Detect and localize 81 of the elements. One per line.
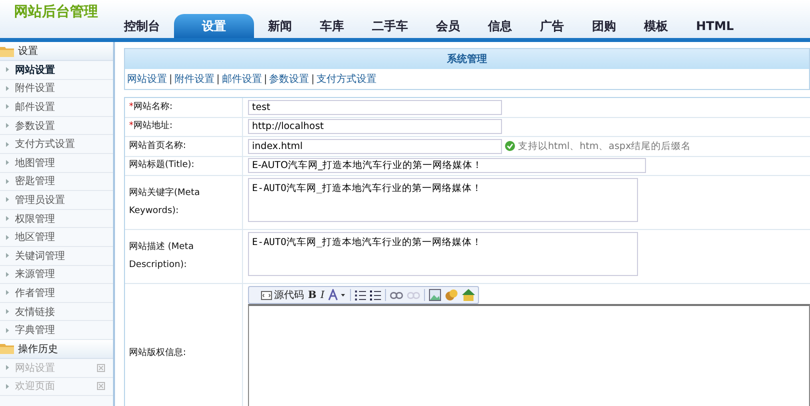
sidebar-item[interactable]: 友情链接 bbox=[0, 302, 113, 322]
sidebar-group[interactable]: 操作历史 bbox=[0, 340, 113, 359]
nav-tab[interactable]: 车库 bbox=[306, 14, 358, 38]
separator: | bbox=[216, 74, 220, 84]
settings-link[interactable]: 参数设置 bbox=[269, 72, 310, 86]
nav-tab[interactable]: 会员 bbox=[422, 14, 474, 38]
bullet-icon bbox=[6, 123, 9, 128]
bullet-icon bbox=[6, 365, 9, 370]
image-icon[interactable] bbox=[429, 289, 442, 301]
settings-link[interactable]: 网站设置 bbox=[127, 72, 167, 86]
text-field[interactable]: index.html bbox=[248, 138, 502, 154]
sidebar-item[interactable]: 关键词管理 bbox=[0, 246, 113, 266]
font-color-icon[interactable] bbox=[328, 289, 346, 301]
field-label: 网站标题(Title): bbox=[125, 156, 243, 175]
field-label: *网站地址: bbox=[125, 118, 243, 136]
nav-tab[interactable]: 团购 bbox=[578, 14, 630, 38]
bullet-icon bbox=[6, 216, 9, 222]
settings-link[interactable]: 邮件设置 bbox=[222, 72, 262, 86]
nav-tab[interactable]: 控制台 bbox=[110, 14, 174, 38]
sidebar-item[interactable]: 参数设置 bbox=[0, 116, 113, 136]
field-label: 网站首页名称: bbox=[125, 137, 243, 156]
bullet-icon bbox=[6, 67, 9, 72]
folder-icon bbox=[0, 343, 14, 354]
nav-tab[interactable]: 广告 bbox=[526, 14, 578, 38]
site-title: 网站后台管理 bbox=[14, 3, 98, 21]
check-icon bbox=[505, 141, 515, 152]
sidebar-item[interactable]: 地区管理 bbox=[0, 228, 113, 247]
bullet-icon bbox=[6, 309, 9, 314]
bullet-icon bbox=[6, 104, 9, 110]
bullet-icon bbox=[6, 253, 9, 258]
bullet-icon bbox=[6, 160, 9, 166]
settings-link[interactable]: 支付方式设置 bbox=[316, 72, 376, 86]
text-field[interactable]: E-AUTO汽车网_打造本地汽车行业的第一网络媒体！ bbox=[248, 158, 646, 174]
bullet-icon bbox=[6, 272, 9, 277]
sidebar-item[interactable]: 网站设置 bbox=[0, 61, 113, 80]
bullet-icon bbox=[6, 234, 9, 240]
sidebar-item[interactable]: 管理员设置 bbox=[0, 191, 113, 210]
bullet-icon bbox=[6, 178, 9, 184]
sidebar-item[interactable]: 附件设置 bbox=[0, 80, 113, 98]
field-label: 网站版权信息: bbox=[125, 284, 243, 406]
sidebar-item[interactable]: 支付方式设置 bbox=[0, 135, 113, 154]
separator: | bbox=[311, 74, 314, 84]
nav-tab[interactable]: 设置 bbox=[174, 14, 254, 38]
separator: | bbox=[264, 74, 268, 84]
text-area[interactable]: E-AUTO汽车网_打造本地汽车行业的第一网络媒体！ bbox=[248, 178, 638, 222]
field-label: 网站关键字(Meta Keywords): bbox=[125, 176, 243, 229]
text-field[interactable]: http://localhost bbox=[248, 119, 502, 134]
source-code-button[interactable]: 源代码 bbox=[261, 288, 304, 302]
hint-text: 支持以html、htm、aspx结尾的后缀名 bbox=[518, 140, 692, 153]
bullet-icon bbox=[6, 384, 9, 389]
bullet-icon bbox=[6, 328, 9, 333]
sidebar-item[interactable]: 地图管理 bbox=[0, 154, 113, 173]
sidebar-group[interactable]: 设置 bbox=[0, 42, 113, 61]
sidebar-item[interactable]: 邮件设置 bbox=[0, 98, 113, 117]
sidebar-item[interactable]: 权限管理 bbox=[0, 210, 113, 228]
nav-tab[interactable]: HTML bbox=[682, 14, 748, 38]
text-area[interactable]: E-AUTO汽车网_打造本地汽车行业的第一网络媒体！ bbox=[248, 232, 638, 276]
field-label: *网站名称: bbox=[125, 98, 243, 116]
nav-tab[interactable]: 模板 bbox=[630, 14, 682, 38]
bullet-icon bbox=[6, 290, 9, 296]
bullet-icon bbox=[6, 86, 9, 91]
sidebar-item[interactable]: 作者管理 bbox=[0, 284, 113, 303]
sidebar-item[interactable]: 密匙管理 bbox=[0, 172, 113, 192]
bold-button[interactable]: B bbox=[308, 290, 316, 300]
code-icon bbox=[261, 290, 272, 300]
list-icon[interactable] bbox=[370, 290, 382, 300]
nav-tab[interactable]: 新闻 bbox=[254, 14, 306, 38]
italic-button[interactable]: I bbox=[320, 290, 324, 300]
sidebar-item[interactable]: 来源管理 bbox=[0, 266, 113, 284]
folder-icon bbox=[0, 46, 14, 56]
settings-link[interactable]: 附件设置 bbox=[174, 72, 214, 86]
nav-tab[interactable]: 二手车 bbox=[358, 14, 422, 38]
field-label: 网站描述 (Meta Description): bbox=[125, 230, 243, 283]
text-field[interactable]: test bbox=[248, 100, 502, 115]
nav-tab[interactable]: 信息 bbox=[474, 14, 526, 38]
separator: | bbox=[169, 74, 172, 84]
bullet-icon bbox=[6, 197, 9, 202]
link-icon[interactable] bbox=[390, 292, 404, 298]
panel-title: 系统管理 bbox=[447, 52, 487, 66]
list-icon[interactable] bbox=[355, 290, 366, 300]
bullet-icon bbox=[6, 142, 9, 147]
